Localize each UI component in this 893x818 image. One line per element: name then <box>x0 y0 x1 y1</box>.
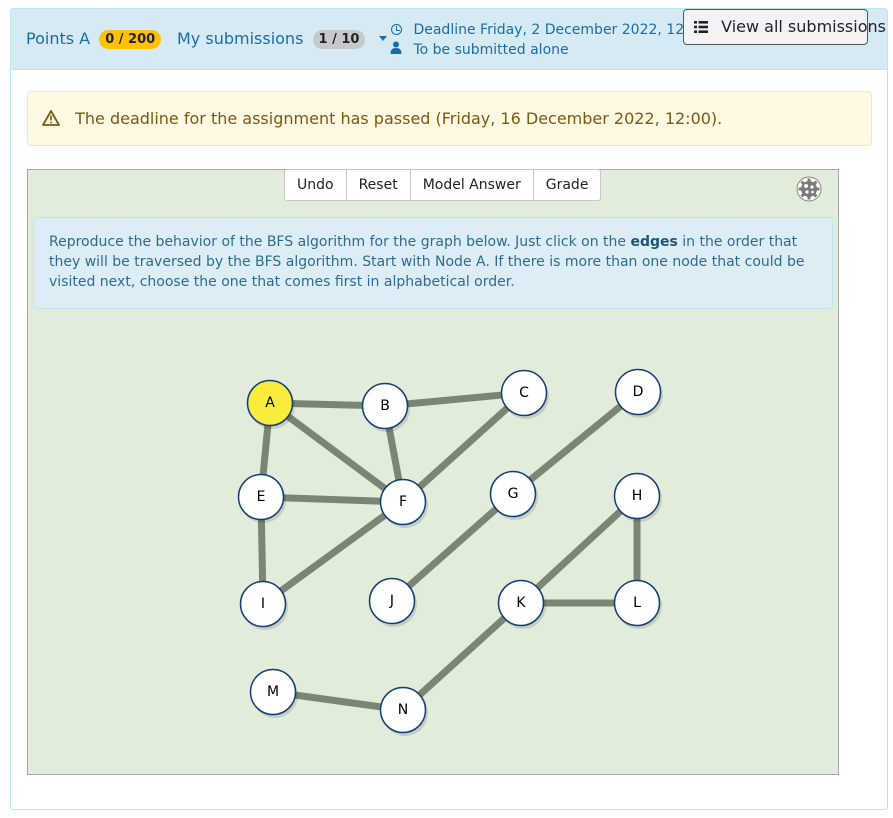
chevron-down-icon <box>378 36 387 41</box>
graph-node-label: K <box>516 595 526 611</box>
exercise-toolbar: Undo Reset Model Answer Grade <box>284 169 602 201</box>
graph-node-label: H <box>632 488 643 504</box>
deadline-text: Deadline Friday, 2 December 2022, 12:00 <box>413 22 707 38</box>
graph-node-a[interactable]: A <box>246 379 296 430</box>
instructions-box: Reproduce the behavior of the BFS algori… <box>33 217 833 309</box>
graph-node-label: L <box>633 595 641 611</box>
instructions-bold: edges <box>630 234 678 250</box>
graph-node-label: I <box>261 596 265 612</box>
graph-node-label: G <box>508 486 519 502</box>
graph-node-c[interactable]: C <box>500 369 550 420</box>
deadline-info: Deadline Friday, 2 December 2022, 12:00 … <box>389 20 707 60</box>
settings-gear-icon[interactable] <box>796 176 822 202</box>
edge-h-k[interactable] <box>518 493 640 606</box>
submissions-badge: 1 / 10 <box>312 30 366 49</box>
graph-node-e[interactable]: E <box>237 473 287 524</box>
points-label: Points A <box>26 29 91 48</box>
view-all-label: View all submissions <box>721 17 886 36</box>
reset-button[interactable]: Reset <box>345 169 411 201</box>
edge-k-n[interactable] <box>400 600 524 713</box>
points-display: Points A 0 / 200 <box>26 29 162 49</box>
deadline-passed-alert: The deadline for the assignment has pass… <box>27 91 872 146</box>
instructions-text-1: Reproduce the behavior of the BFS algori… <box>49 234 631 250</box>
points-badge: 0 / 200 <box>99 30 162 49</box>
card-header: Points A 0 / 200 My submissions 1 / 10 D… <box>11 9 887 70</box>
graph-node-label: C <box>519 385 529 401</box>
exercise-card: Points A 0 / 200 My submissions 1 / 10 D… <box>10 8 888 810</box>
graph-node-d[interactable]: D <box>614 368 664 419</box>
exercise-area: A B C D E F G H I J K L M N Undo Reset Model Answer G… <box>27 169 839 775</box>
graph-node-label: B <box>380 398 390 414</box>
graph-node-m[interactable]: M <box>249 668 299 719</box>
warning-triangle-icon <box>42 94 60 126</box>
graph-node-b[interactable]: B <box>361 382 411 433</box>
view-all-submissions-button[interactable]: View all submissions <box>683 9 886 45</box>
submissions-label: My submissions <box>177 29 304 48</box>
alert-text: The deadline for the assignment has pass… <box>75 109 723 128</box>
graph-node-label: F <box>399 494 407 510</box>
graph-node-label: M <box>267 684 279 700</box>
graph-node-label: J <box>389 593 394 609</box>
graph-node-label: N <box>398 702 408 718</box>
user-icon <box>389 40 403 60</box>
graph-node-label: D <box>633 384 644 400</box>
list-icon <box>694 11 708 33</box>
clock-icon <box>389 20 403 40</box>
my-submissions-dropdown[interactable]: My submissions 1 / 10 <box>177 29 387 49</box>
grade-button[interactable]: Grade <box>532 169 602 201</box>
graph-node-l[interactable]: L <box>613 579 663 630</box>
undo-button[interactable]: Undo <box>284 169 347 201</box>
graph-node-label: E <box>257 489 266 505</box>
submit-mode-text: To be submitted alone <box>413 42 569 58</box>
graph-node-label: A <box>265 395 275 411</box>
model-answer-button[interactable]: Model Answer <box>409 169 534 201</box>
